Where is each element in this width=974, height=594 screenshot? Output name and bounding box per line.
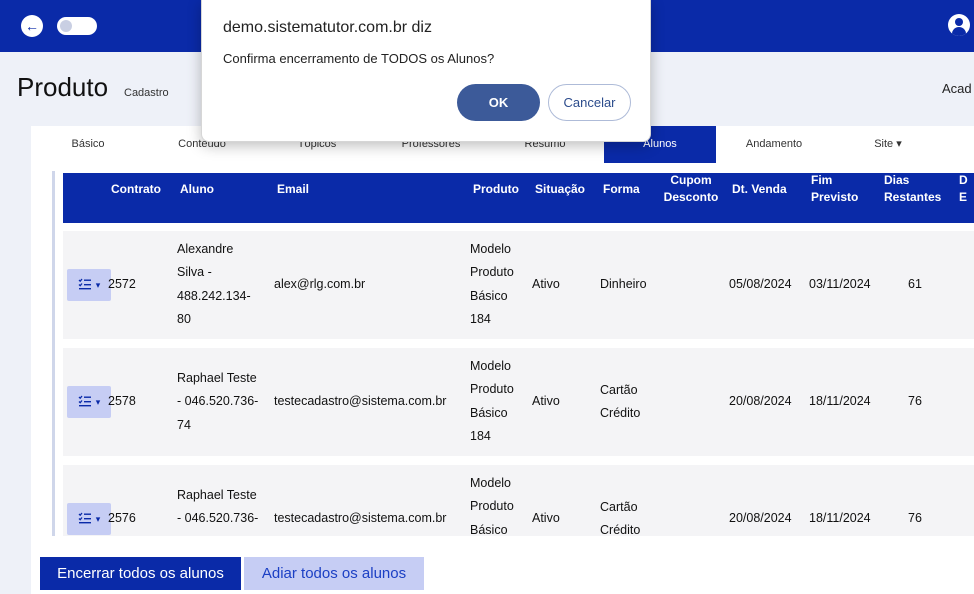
cell-produto: Modelo Produto Básico 184 [470, 476, 514, 536]
th-dt-venda[interactable]: Dt. Venda [732, 181, 787, 198]
th-forma[interactable]: Forma [603, 181, 640, 198]
cell-dias-restantes: 76 [908, 394, 922, 408]
th-produto[interactable]: Produto [473, 181, 519, 198]
tab-andamento[interactable]: Andamento [717, 126, 831, 163]
cell-situacao: Ativo [532, 394, 560, 408]
students-table[interactable]: Contrato Aluno Email Produto Situação Fo… [52, 171, 974, 536]
th-cupom[interactable]: Cupom Desconto [660, 172, 722, 206]
row-actions-dropdown-button[interactable]: ▾ [67, 386, 111, 418]
caret-down-icon: ▾ [95, 396, 101, 407]
cell-aluno: Raphael Teste - 046.520.736- 74 [177, 371, 259, 432]
table-header: Contrato Aluno Email Produto Situação Fo… [63, 173, 974, 223]
cell-email: alex@rlg.com.br [274, 277, 366, 291]
cancel-button[interactable]: Cancelar [548, 84, 631, 121]
th-extra[interactable]: D E [959, 172, 968, 206]
header-right-label: Acad [942, 81, 972, 96]
page-subtitle: Cadastro [124, 87, 169, 99]
cell-forma: Dinheiro [600, 277, 647, 291]
back-arrow-icon[interactable]: ← [21, 15, 43, 37]
caret-down-icon: ▾ [95, 279, 101, 290]
table-row: ▾ 2572 Alexandre Silva - 488.242.134- 80 al… [63, 231, 974, 339]
list-checks-icon [78, 278, 92, 293]
th-dias-restantes[interactable]: Dias Restantes [884, 172, 941, 206]
cell-dt-venda: 20/08/2024 [729, 394, 792, 408]
cell-email: testecadastro@sistema.com.br [274, 394, 447, 408]
cell-fim-previsto: 18/11/2024 [809, 511, 871, 525]
page-title: Produto [17, 72, 109, 102]
cell-contrato: 2572 [108, 277, 136, 291]
cell-aluno: Alexandre Silva - 488.242.134- 80 [177, 242, 251, 327]
cell-email: testecadastro@sistema.com.br [274, 511, 447, 525]
cell-produto: Modelo Produto Básico 184 [470, 359, 514, 444]
caret-down-icon: ▾ [95, 513, 101, 524]
adiar-todos-button[interactable]: Adiar todos os alunos [244, 557, 424, 590]
row-actions-dropdown-button[interactable]: ▾ [67, 503, 111, 535]
cell-fim-previsto: 18/11/2024 [809, 394, 871, 408]
table-row: ▾ 2578 Raphael Teste - 046.520.736- 74 test… [63, 348, 974, 456]
cell-dias-restantes: 61 [908, 277, 922, 291]
menu-toggle-switch[interactable] [57, 17, 97, 35]
user-avatar-icon[interactable] [948, 14, 970, 36]
th-aluno[interactable]: Aluno [180, 181, 214, 198]
cell-forma: Cartão Crédito [600, 383, 641, 421]
dialog-title: demo.sistematutor.com.br diz [223, 19, 432, 36]
cell-dt-venda: 20/08/2024 [729, 511, 792, 525]
cell-situacao: Ativo [532, 277, 560, 291]
tab-basico[interactable]: Básico [31, 126, 145, 163]
table-row: ▾ 2576 Raphael Teste - 046.520.736- 74 test… [63, 465, 974, 536]
list-checks-icon [78, 395, 92, 410]
cell-aluno: Raphael Teste - 046.520.736- 74 [177, 488, 259, 536]
encerrar-todos-button[interactable]: Encerrar todos os alunos [40, 557, 241, 590]
cell-contrato: 2578 [108, 394, 136, 408]
th-email[interactable]: Email [277, 181, 309, 198]
toggle-knob [60, 20, 72, 32]
dialog-message: Confirma encerramento de TODOS os Alunos… [223, 51, 495, 66]
confirm-dialog: demo.sistematutor.com.br diz Confirma en… [201, 0, 651, 142]
th-situacao[interactable]: Situação [535, 181, 585, 198]
cell-dt-venda: 05/08/2024 [729, 277, 792, 291]
cell-situacao: Ativo [532, 511, 560, 525]
cell-contrato: 2576 [108, 511, 136, 525]
cell-fim-previsto: 03/11/2024 [809, 277, 871, 291]
cell-produto: Modelo Produto Básico 184 [470, 242, 514, 327]
list-checks-icon [78, 512, 92, 527]
cell-forma: Cartão Crédito [600, 500, 641, 536]
row-actions-dropdown-button[interactable]: ▾ [67, 269, 111, 301]
cell-dias-restantes: 76 [908, 511, 922, 525]
th-fim-previsto[interactable]: Fim Previsto [811, 172, 858, 206]
product-card: Básico Conteúdo Tópicos Professores Resu… [31, 126, 974, 594]
tab-site[interactable]: Site ▾ [831, 126, 945, 163]
ok-button[interactable]: OK [457, 84, 540, 121]
th-contrato[interactable]: Contrato [111, 181, 161, 198]
